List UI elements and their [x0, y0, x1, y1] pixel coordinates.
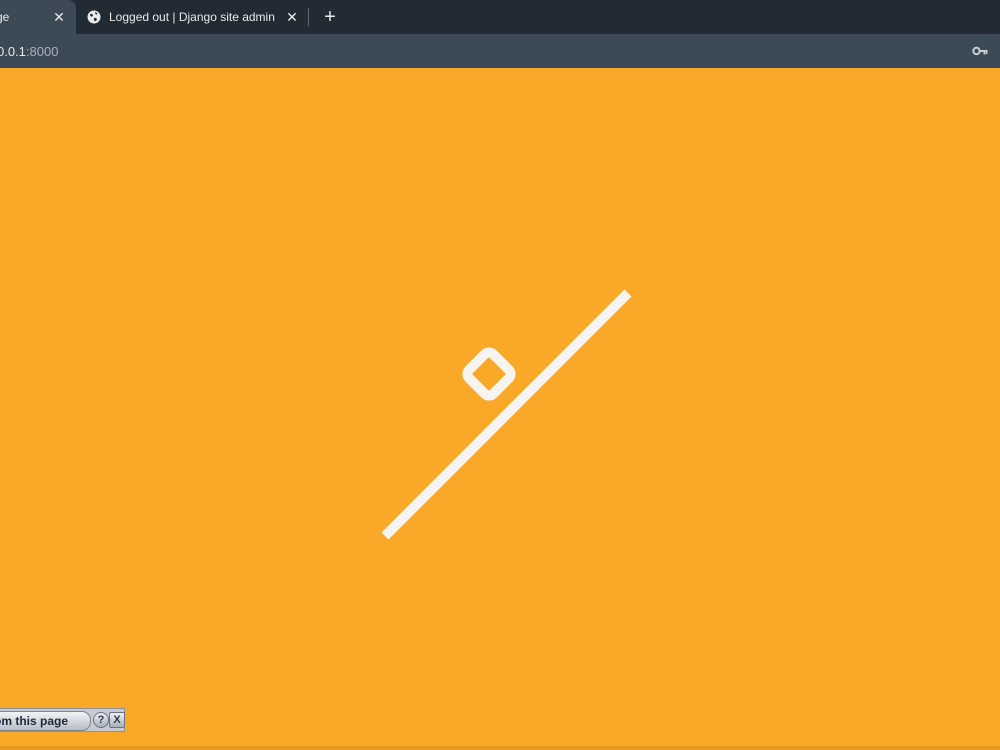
browser-toolbar: 0.0.1:8000 [0, 34, 1000, 103]
page-content [0, 69, 1000, 750]
close-icon[interactable]: X [109, 712, 125, 728]
address-bar[interactable]: 0.0.1:8000 [0, 34, 950, 68]
from-this-page-label: om this page [0, 714, 69, 728]
tab-strip: ge ✕ Logged out | Django site admin ✕ + [0, 0, 1000, 34]
loading-illustration [381, 289, 632, 540]
help-icon[interactable]: ? [93, 712, 109, 728]
tab-close-icon[interactable]: ✕ [284, 9, 300, 25]
tab-close-icon[interactable]: ✕ [51, 9, 67, 25]
diamond-icon [462, 347, 516, 401]
from-this-page-button[interactable]: om this page [0, 711, 91, 731]
bottom-edge [0, 746, 1000, 750]
new-tab-button[interactable]: + [320, 7, 340, 27]
address-port: :8000 [25, 43, 59, 59]
tab-divider [308, 8, 309, 26]
globe-icon [87, 10, 101, 24]
tab-title: Logged out | Django site admin [109, 10, 275, 24]
tab-title: ge [0, 10, 10, 24]
address-host: 0.0.1 [0, 43, 26, 59]
tab-active[interactable]: ge ✕ [0, 0, 76, 34]
key-icon[interactable] [972, 44, 988, 58]
page-overlay-toolbar: om this page ? X [0, 708, 125, 732]
slash-line [381, 289, 632, 540]
tab-django-admin[interactable]: Logged out | Django site admin ✕ [78, 0, 308, 34]
